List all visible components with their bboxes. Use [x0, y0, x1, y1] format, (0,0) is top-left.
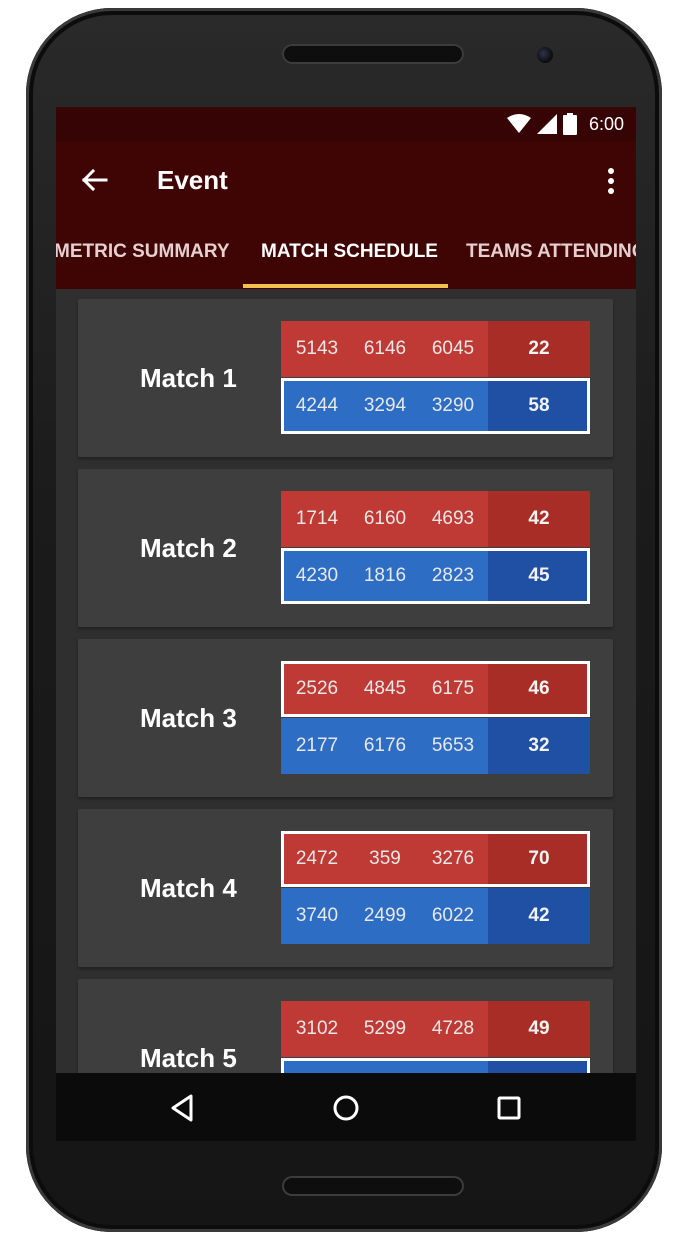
team-number[interactable]: 6045 [419, 321, 487, 377]
team-number[interactable]: 6022 [419, 888, 487, 944]
red-alliance-row: 1714 6160 4693 42 [281, 491, 590, 547]
team-number[interactable]: 3740 [283, 888, 351, 944]
match-card[interactable]: Match 5 3102 5299 4728 49 [78, 979, 613, 1073]
back-triangle-icon[interactable] [165, 1091, 199, 1125]
wifi-icon [506, 114, 531, 134]
app-bar: Event [56, 141, 636, 219]
team-number[interactable]: 2823 [419, 548, 487, 604]
blue-alliance-row: 2177 6176 5653 32 [281, 718, 590, 774]
recents-square-icon[interactable] [492, 1091, 526, 1125]
battery-icon [562, 113, 577, 135]
team-number[interactable]: 3294 [351, 378, 419, 434]
team-number[interactable]: 4728 [419, 1001, 487, 1057]
match-label: Match 2 [140, 533, 237, 563]
team-number[interactable]: 3102 [283, 1001, 351, 1057]
team-number[interactable]: 6175 [419, 661, 487, 717]
blue-score: 45 [488, 548, 590, 604]
match-card[interactable]: Match 2 1714 6160 4693 42 4230 1816 2823… [78, 469, 613, 627]
team-number[interactable]: 5299 [351, 1001, 419, 1057]
red-alliance-row: 3102 5299 4728 49 [281, 1001, 590, 1057]
red-score: 49 [488, 1001, 590, 1057]
team-number[interactable]: 1714 [283, 491, 351, 547]
team-number[interactable]: 6176 [351, 718, 419, 774]
status-bar: 6:00 [56, 107, 636, 141]
cell-signal-icon [536, 114, 557, 134]
red-score: 70 [488, 831, 590, 887]
match-card[interactable]: Match 1 5143 6146 6045 22 4244 3294 3290… [78, 299, 613, 457]
overflow-menu-icon[interactable] [606, 167, 616, 195]
tab-match-schedule[interactable]: MATCH SCHEDULE [261, 241, 438, 263]
team-number[interactable]: 4230 [283, 548, 351, 604]
team-number[interactable]: 5653 [419, 718, 487, 774]
team-number[interactable]: 1816 [351, 548, 419, 604]
match-card[interactable]: Match 4 2472 359 3276 70 3740 2499 6022 … [78, 809, 613, 967]
bottom-speaker [282, 1176, 464, 1196]
team-number[interactable]: 2526 [283, 661, 351, 717]
match-card[interactable]: Match 3 2526 4845 6175 46 2177 6176 5653… [78, 639, 613, 797]
red-alliance-row: 2472 359 3276 70 [281, 831, 590, 887]
team-number[interactable]: 3276 [419, 831, 487, 887]
team-number[interactable]: 2499 [351, 888, 419, 944]
blue-alliance-row: 4230 1816 2823 45 [281, 548, 590, 604]
blue-score: 32 [488, 718, 590, 774]
back-arrow-icon[interactable] [80, 165, 110, 195]
blue-score [488, 1058, 590, 1073]
tab-bar: METRIC SUMMARY MATCH SCHEDULE TEAMS ATTE… [56, 219, 636, 289]
red-alliance-row: 5143 6146 6045 22 [281, 321, 590, 377]
top-speaker [282, 44, 464, 64]
home-circle-icon[interactable] [329, 1091, 363, 1125]
team-number[interactable]: 5143 [283, 321, 351, 377]
team-number[interactable]: 3290 [419, 378, 487, 434]
match-label: Match 5 [140, 1043, 237, 1073]
team-number[interactable]: 4244 [283, 378, 351, 434]
blue-alliance-row [281, 1058, 590, 1073]
screen: 6:00 Event METRIC SUMMARY MATCH SCHEDULE… [56, 107, 636, 1073]
red-alliance-row: 2526 4845 6175 46 [281, 661, 590, 717]
system-nav-bar [56, 1073, 636, 1141]
blue-alliance-row: 4244 3294 3290 58 [281, 378, 590, 434]
tab-teams-attending[interactable]: TEAMS ATTENDING [466, 241, 636, 263]
team-number[interactable]: 2472 [283, 831, 351, 887]
team-number[interactable]: 359 [351, 831, 419, 887]
blue-alliance-row: 3740 2499 6022 42 [281, 888, 590, 944]
page-title: Event [157, 165, 228, 195]
match-label: Match 4 [140, 873, 237, 903]
match-label: Match 3 [140, 703, 237, 733]
red-score: 46 [488, 661, 590, 717]
team-number[interactable]: 4693 [419, 491, 487, 547]
blue-score: 58 [488, 378, 590, 434]
blue-score: 42 [488, 888, 590, 944]
team-number[interactable]: 4845 [351, 661, 419, 717]
match-label: Match 1 [140, 363, 237, 393]
team-number[interactable]: 2177 [283, 718, 351, 774]
team-number[interactable]: 6160 [351, 491, 419, 547]
clock: 6:00 [588, 113, 624, 134]
red-score: 42 [488, 491, 590, 547]
team-number[interactable]: 6146 [351, 321, 419, 377]
tab-indicator [243, 284, 448, 288]
front-camera [537, 47, 553, 63]
tab-metric-summary[interactable]: METRIC SUMMARY [56, 241, 230, 263]
red-score: 22 [488, 321, 590, 377]
